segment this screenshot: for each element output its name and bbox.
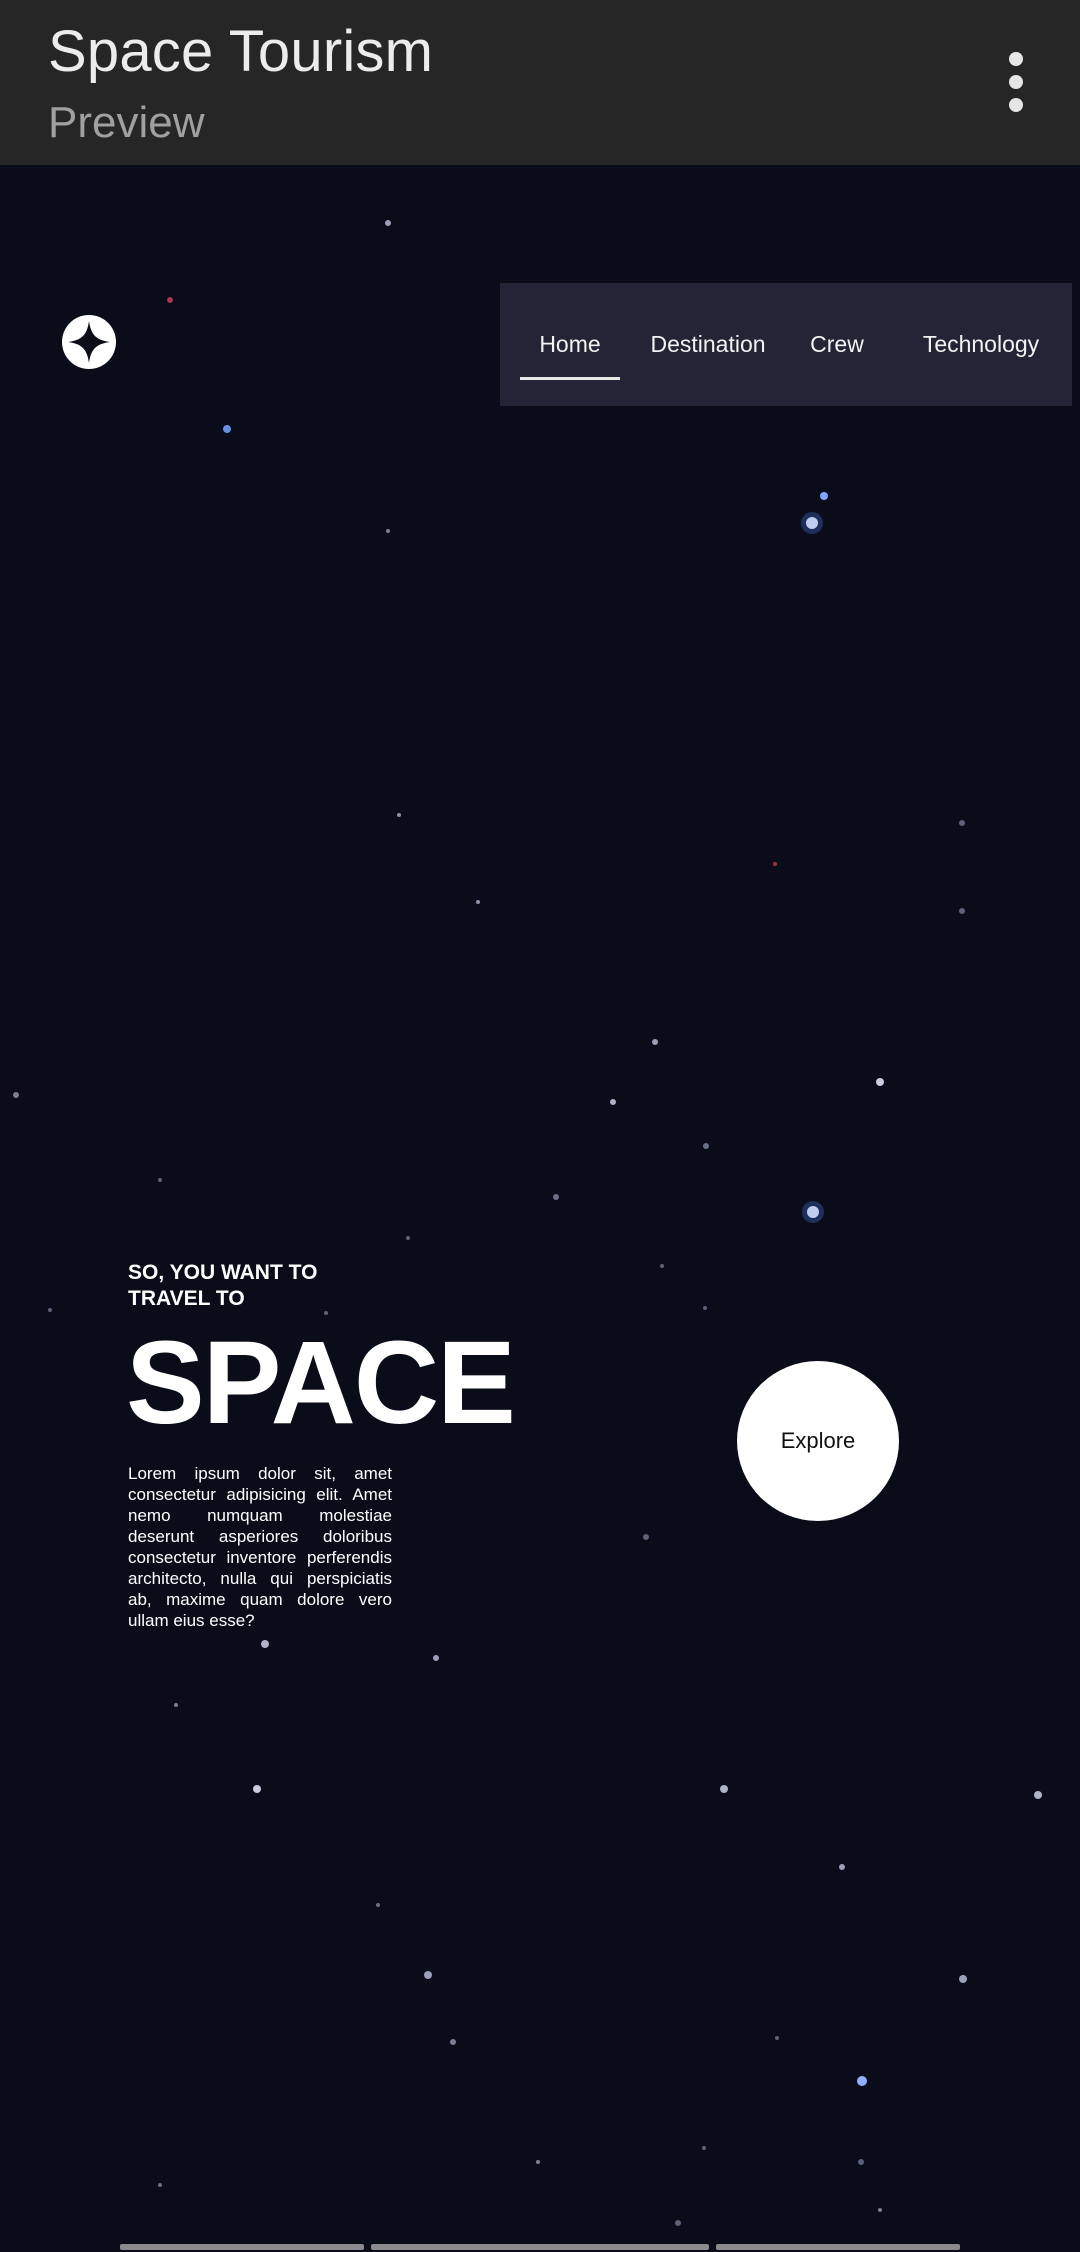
hero-kicker-line-2: TRAVEL TO bbox=[128, 1287, 245, 1310]
nav-item-technology[interactable]: Technology bbox=[906, 283, 1056, 406]
nav-item-home[interactable]: Home bbox=[520, 283, 620, 406]
hero-kicker: SO, YOU WANT TO TRAVEL TO bbox=[128, 1260, 368, 1312]
four-point-star-icon[interactable] bbox=[62, 315, 116, 369]
app-title: Space Tourism bbox=[48, 19, 434, 84]
hero-kicker-line-1: SO, YOU WANT TO bbox=[128, 1261, 318, 1284]
explore-button[interactable]: Explore bbox=[737, 1361, 899, 1521]
scrollbar-thumb[interactable] bbox=[371, 2244, 709, 2250]
app-subtitle: Preview bbox=[48, 98, 205, 147]
nav-item-crew[interactable]: Crew bbox=[800, 283, 874, 406]
hero-description: Lorem ipsum dolor sit, amet consectetur … bbox=[128, 1464, 392, 1630]
space-preview: Home Destination Crew Technology SO, YOU… bbox=[0, 165, 1080, 2252]
starfield-background bbox=[13, 220, 1042, 2226]
nav-item-destination[interactable]: Destination bbox=[648, 283, 768, 406]
app-bar: Space Tourism Preview bbox=[0, 0, 1080, 165]
horizontal-scrollbar[interactable] bbox=[0, 2242, 1080, 2252]
scrollbar-segment bbox=[120, 2244, 364, 2250]
scrollbar-segment bbox=[716, 2244, 960, 2250]
more-vertical-icon[interactable] bbox=[998, 52, 1034, 112]
site-navigation: Home Destination Crew Technology bbox=[500, 283, 1072, 406]
hero-headline: SPACE bbox=[126, 1317, 516, 1449]
